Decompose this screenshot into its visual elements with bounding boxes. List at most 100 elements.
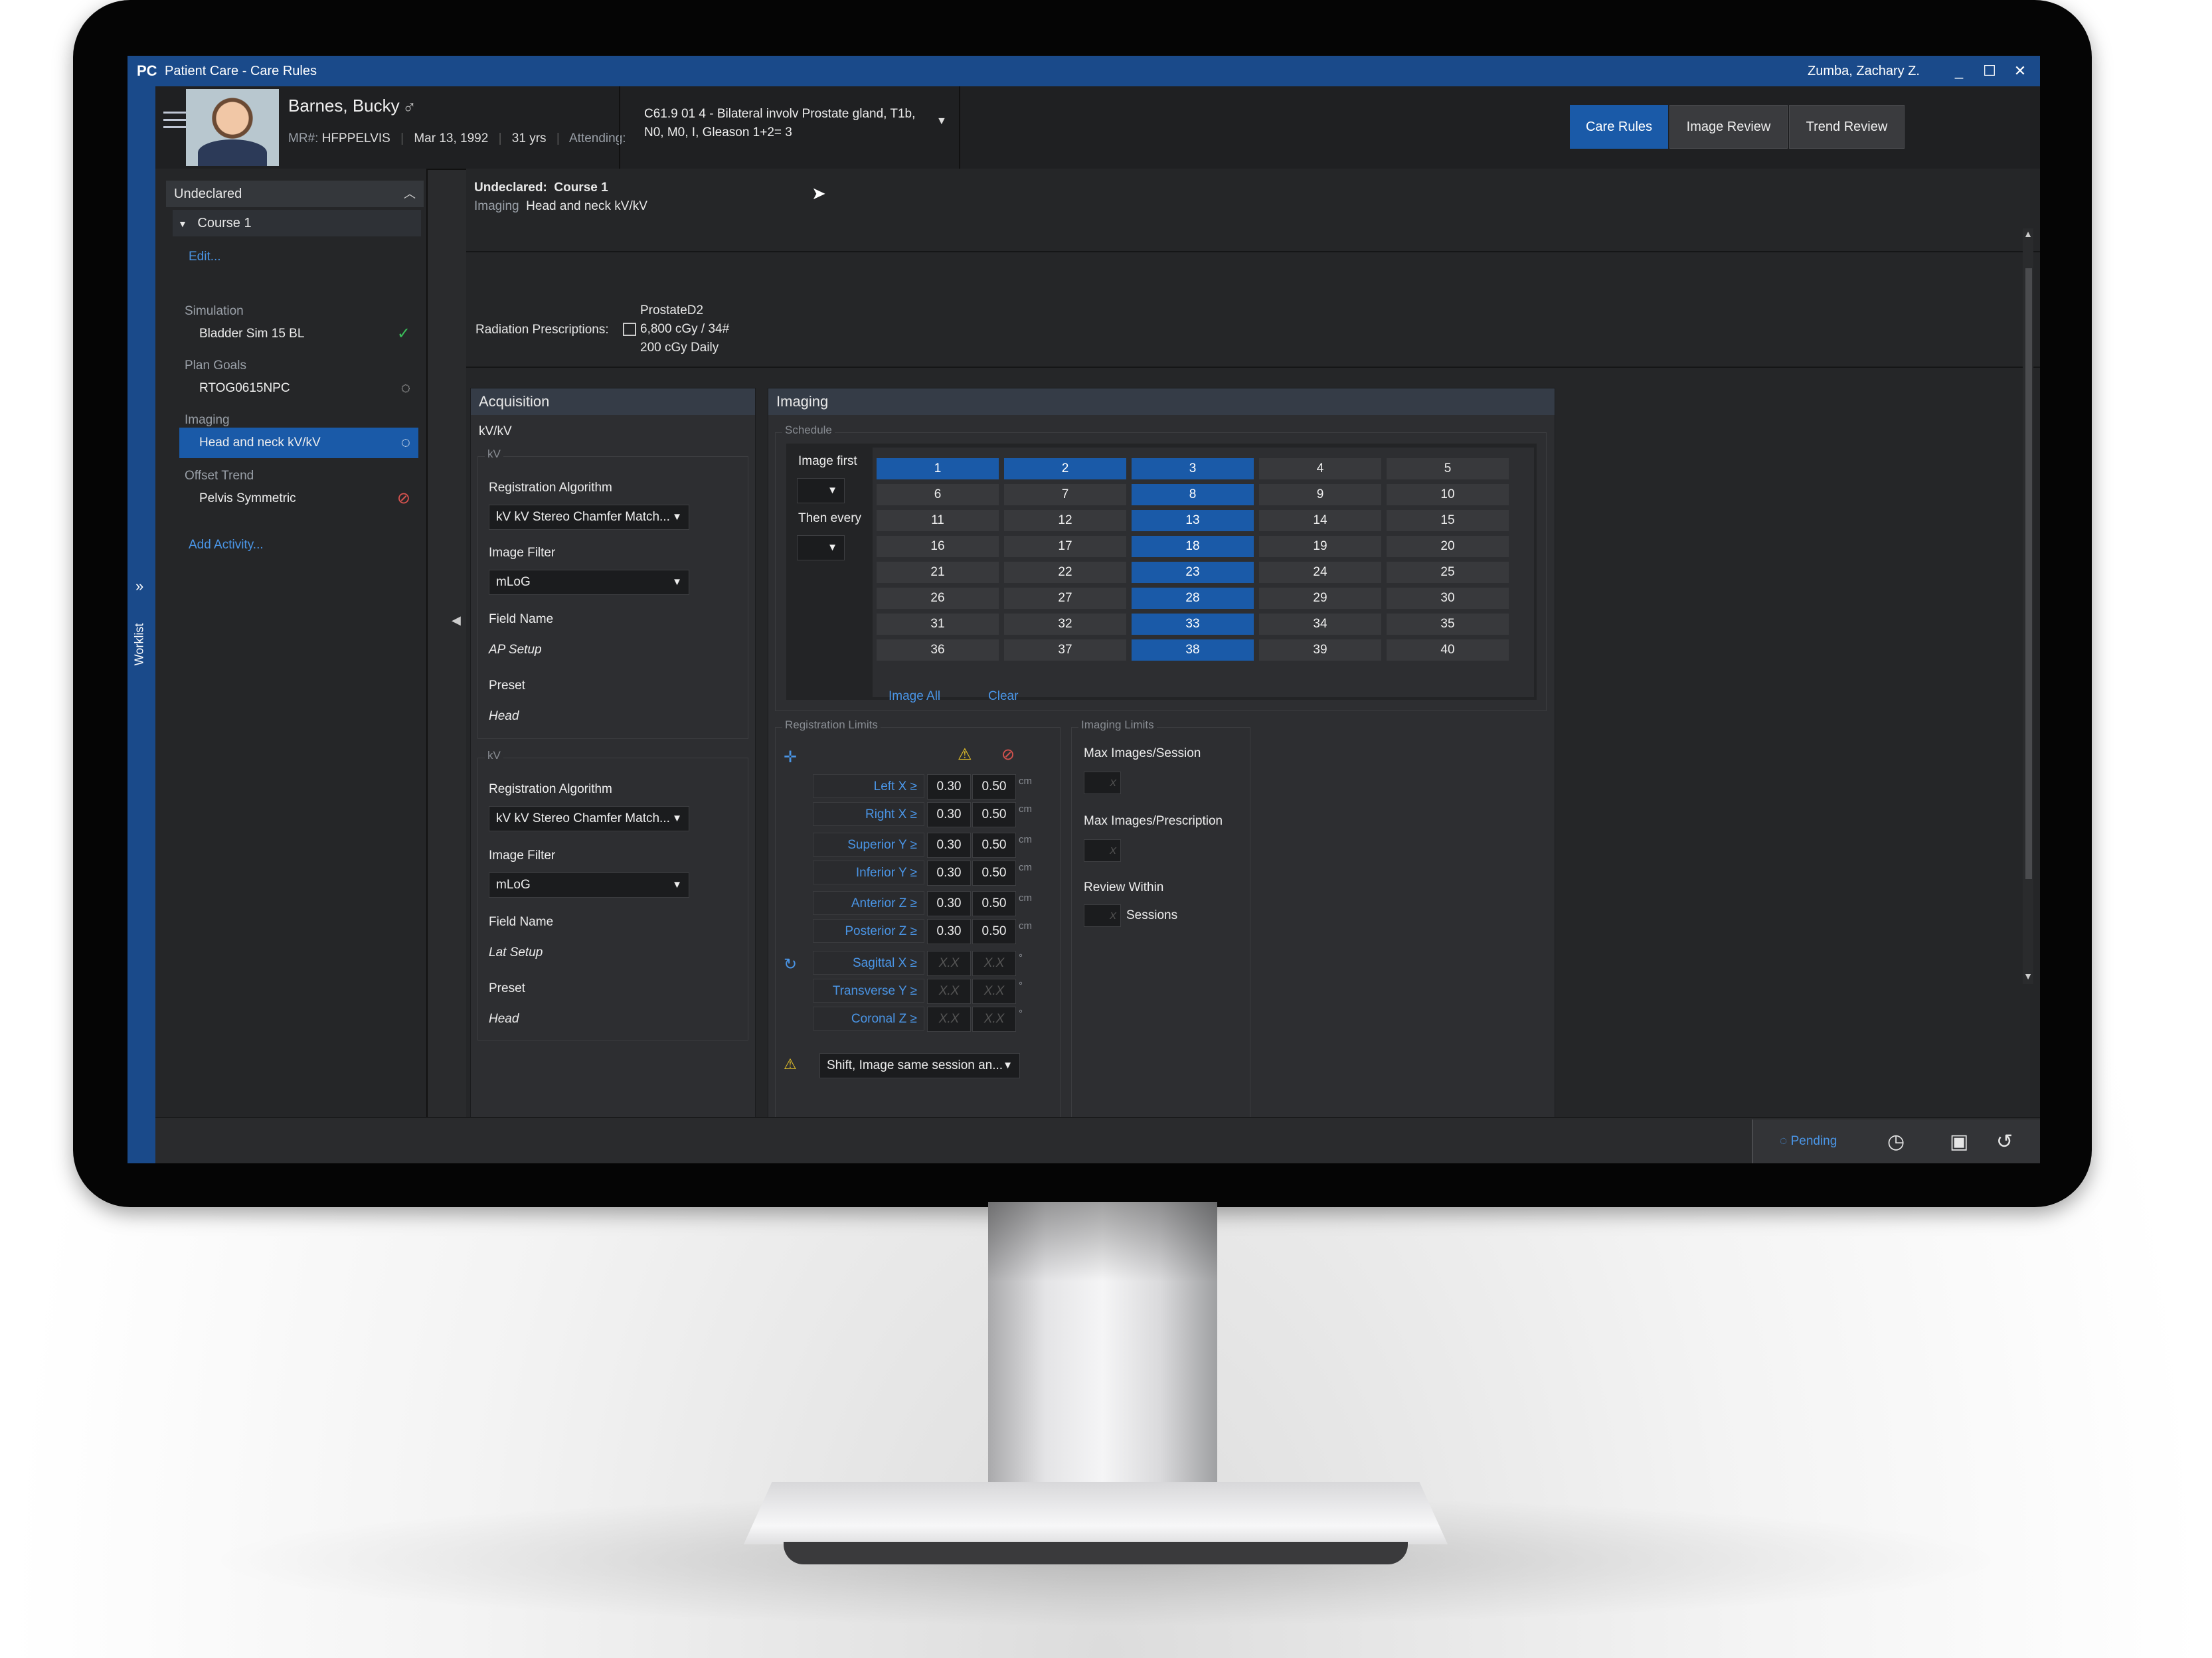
fraction-cell[interactable]: 6 <box>877 484 999 505</box>
save-icon[interactable]: ▣ <box>1950 1130 1968 1153</box>
fraction-cell[interactable]: 17 <box>1004 536 1126 557</box>
maximize-icon[interactable]: ☐ <box>1976 58 2003 84</box>
fraction-cell[interactable]: 2 <box>1004 458 1126 479</box>
tab-care-rules[interactable]: Care Rules <box>1570 105 1668 149</box>
stop-threshold-input[interactable]: 0.50 <box>972 802 1016 827</box>
fraction-cell[interactable]: 23 <box>1132 562 1254 583</box>
limit-action-select[interactable]: Shift, Image same session an... ▼ <box>819 1053 1020 1078</box>
caret-down-icon[interactable]: ▼ <box>936 116 947 127</box>
fraction-cell[interactable]: 31 <box>877 614 999 635</box>
collapse-left-icon[interactable]: ◀ <box>452 614 461 627</box>
warning-threshold-input[interactable]: X.X <box>927 979 971 1004</box>
current-user[interactable]: Zumba, Zachary Z. <box>1808 64 1920 79</box>
fraction-cell[interactable]: 1 <box>877 458 999 479</box>
hamburger-menu-icon[interactable] <box>163 112 186 130</box>
stop-threshold-input[interactable]: 0.50 <box>972 774 1016 799</box>
warning-threshold-input[interactable]: 0.30 <box>927 774 971 799</box>
minimize-icon[interactable]: _ <box>1946 58 1972 84</box>
fraction-cell[interactable]: 13 <box>1132 510 1254 531</box>
undo-icon[interactable]: ↺ <box>1996 1130 2013 1153</box>
fraction-cell[interactable]: 15 <box>1387 510 1509 531</box>
fraction-cell[interactable]: 35 <box>1387 614 1509 635</box>
vertical-scrollbar[interactable]: ▲ ▼ <box>2023 228 2033 984</box>
stop-threshold-input[interactable]: 0.50 <box>972 861 1016 886</box>
fraction-cell[interactable]: 10 <box>1387 484 1509 505</box>
warning-threshold-input[interactable]: 0.30 <box>927 833 971 858</box>
stop-threshold-input[interactable]: X.X <box>972 951 1016 976</box>
fraction-cell[interactable]: 11 <box>877 510 999 531</box>
nav-item-head-neck-kv[interactable]: Head and neck kV/kV ◌ <box>179 428 418 458</box>
fraction-cell[interactable]: 3 <box>1132 458 1254 479</box>
reg-algo-select[interactable]: kV kV Stereo Chamfer Match... ▼ <box>489 806 689 831</box>
fraction-cell[interactable]: 24 <box>1259 562 1381 583</box>
fraction-cell[interactable]: 16 <box>877 536 999 557</box>
pending-status[interactable]: ◌ Pending <box>1780 1134 1837 1149</box>
stop-threshold-input[interactable]: 0.50 <box>972 891 1016 916</box>
warning-threshold-input[interactable]: X.X <box>927 951 971 976</box>
fraction-cell[interactable]: 27 <box>1004 588 1126 609</box>
clock-icon[interactable]: ◷ <box>1887 1130 1905 1153</box>
stop-threshold-input[interactable]: 0.50 <box>972 919 1016 944</box>
fraction-cell[interactable]: 14 <box>1259 510 1381 531</box>
fraction-cell[interactable]: 9 <box>1259 484 1381 505</box>
add-activity-link[interactable]: Add Activity... <box>189 538 264 552</box>
worklist-strip[interactable]: » Worklist <box>128 86 155 1163</box>
fraction-cell[interactable]: 26 <box>877 588 999 609</box>
fraction-cell[interactable]: 7 <box>1004 484 1126 505</box>
stop-threshold-input[interactable]: 0.50 <box>972 833 1016 858</box>
fraction-cell[interactable]: 4 <box>1259 458 1381 479</box>
scroll-up-icon[interactable]: ▲ <box>2023 228 2033 239</box>
nav-item-bladder-sim[interactable]: Bladder Sim 15 BL ✓ <box>179 319 418 349</box>
fraction-cell[interactable]: 38 <box>1132 639 1254 661</box>
fraction-cell[interactable]: 25 <box>1387 562 1509 583</box>
close-icon[interactable]: ✕ <box>2007 58 2033 84</box>
warning-threshold-input[interactable]: 0.30 <box>927 919 971 944</box>
prescription-checkbox[interactable] <box>623 323 636 336</box>
fraction-cell[interactable]: 22 <box>1004 562 1126 583</box>
reg-algo-select[interactable]: kV kV Stereo Chamfer Match... ▼ <box>489 505 689 530</box>
image-filter-select[interactable]: mLoG ▼ <box>489 570 689 595</box>
fraction-cell[interactable]: 37 <box>1004 639 1126 661</box>
fraction-cell[interactable]: 21 <box>877 562 999 583</box>
max-images-session-input[interactable]: X <box>1084 772 1121 794</box>
fraction-cell[interactable]: 8 <box>1132 484 1254 505</box>
max-images-prescription-input[interactable]: X <box>1084 839 1121 862</box>
worklist-label[interactable]: Worklist <box>132 623 146 666</box>
nav-item-rtog[interactable]: RTOG0615NPC ◌ <box>179 373 418 404</box>
edit-link[interactable]: Edit... <box>189 250 221 264</box>
image-first-select[interactable]: ▼ <box>797 478 845 503</box>
fraction-cell[interactable]: 30 <box>1387 588 1509 609</box>
scroll-down-icon[interactable]: ▼ <box>2023 971 2033 981</box>
diagnosis-selector[interactable]: C61.9 01 4 - Bilateral involv Prostate g… <box>644 105 930 142</box>
fraction-cell[interactable]: 32 <box>1004 614 1126 635</box>
warning-threshold-input[interactable]: 0.30 <box>927 802 971 827</box>
fraction-cell[interactable]: 5 <box>1387 458 1509 479</box>
triangle-down-icon[interactable]: ▼ <box>178 218 187 229</box>
fraction-cell[interactable]: 34 <box>1259 614 1381 635</box>
stop-threshold-input[interactable]: X.X <box>972 979 1016 1004</box>
fraction-cell[interactable]: 39 <box>1259 639 1381 661</box>
stop-threshold-input[interactable]: X.X <box>972 1007 1016 1032</box>
tab-trend-review[interactable]: Trend Review <box>1789 105 1905 149</box>
course-row[interactable]: ▼ Course 1 <box>173 210 421 236</box>
fraction-cell[interactable]: 36 <box>877 639 999 661</box>
fraction-cell[interactable]: 40 <box>1387 639 1509 661</box>
then-every-select[interactable]: ▼ <box>797 535 845 560</box>
warning-threshold-input[interactable]: 0.30 <box>927 861 971 886</box>
fraction-cell[interactable]: 19 <box>1259 536 1381 557</box>
clear-link[interactable]: Clear <box>988 689 1018 704</box>
scroll-thumb[interactable] <box>2025 268 2032 879</box>
tab-image-review[interactable]: Image Review <box>1669 105 1788 149</box>
image-filter-select[interactable]: mLoG ▼ <box>489 872 689 898</box>
section-header-undeclared[interactable]: Undeclared ︿ <box>166 181 424 207</box>
fraction-cell[interactable]: 12 <box>1004 510 1126 531</box>
nav-item-pelvis-symmetric[interactable]: Pelvis Symmetric ⊘ <box>179 483 418 514</box>
warning-threshold-input[interactable]: X.X <box>927 1007 971 1032</box>
fraction-cell[interactable]: 33 <box>1132 614 1254 635</box>
fraction-cell[interactable]: 28 <box>1132 588 1254 609</box>
double-chevron-right-icon[interactable]: » <box>135 578 143 595</box>
fraction-cell[interactable]: 18 <box>1132 536 1254 557</box>
fraction-cell[interactable]: 20 <box>1387 536 1509 557</box>
warning-threshold-input[interactable]: 0.30 <box>927 891 971 916</box>
review-within-input[interactable]: X <box>1084 904 1121 927</box>
